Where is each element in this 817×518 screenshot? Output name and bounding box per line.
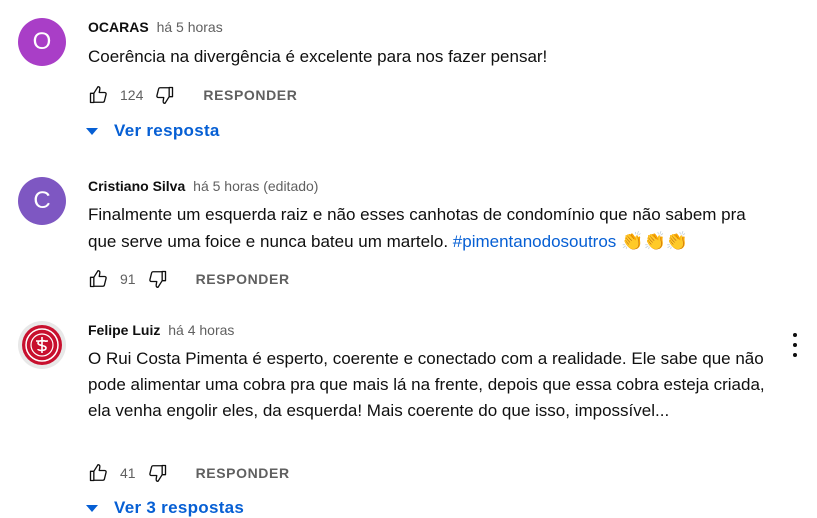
comment-header: Cristiano Silva há 5 horas (editado) bbox=[88, 177, 318, 195]
author-name[interactable]: Cristiano Silva bbox=[88, 178, 185, 194]
view-replies-label: Ver 3 respostas bbox=[114, 498, 245, 517]
avatar[interactable]: C bbox=[18, 177, 66, 225]
avatar[interactable]: O bbox=[18, 18, 66, 66]
comment-actions: 91 RESPONDER bbox=[86, 267, 290, 291]
like-count: 124 bbox=[120, 87, 144, 103]
comment-header: OCARAS há 5 horas bbox=[88, 18, 223, 36]
reply-button[interactable]: RESPONDER bbox=[196, 465, 290, 481]
reply-button[interactable]: RESPONDER bbox=[203, 87, 297, 103]
avatar-letter: O bbox=[32, 28, 52, 55]
comment-text: Finalmente um esquerda raiz e não esses … bbox=[88, 202, 778, 255]
clapping-emoji: 👏👏👏 bbox=[621, 231, 689, 251]
reply-button[interactable]: RESPONDER bbox=[196, 271, 290, 287]
club-crest-icon bbox=[22, 325, 62, 365]
expand-triangle-icon bbox=[86, 504, 98, 512]
dislike-icon[interactable] bbox=[146, 461, 170, 485]
like-count: 41 bbox=[120, 465, 136, 481]
comment-text: Coerência na divergência é excelente par… bbox=[88, 47, 548, 66]
view-replies-button[interactable]: Ver 3 respostas bbox=[86, 498, 244, 518]
author-name[interactable]: Felipe Luiz bbox=[88, 322, 160, 338]
view-replies-label: Ver resposta bbox=[114, 121, 220, 140]
hashtag-link[interactable]: #pimentanodosoutros bbox=[453, 232, 617, 251]
avatar-letter: C bbox=[33, 187, 51, 214]
comment-time[interactable]: há 4 horas bbox=[168, 322, 234, 338]
view-replies-button[interactable]: Ver resposta bbox=[86, 121, 220, 141]
comment-actions: 124 RESPONDER bbox=[86, 83, 297, 107]
comment-time[interactable]: há 5 horas (editado) bbox=[193, 178, 318, 194]
comment-text: O Rui Costa Pimenta é esperto, coerente … bbox=[88, 349, 765, 420]
comment-header: Felipe Luiz há 4 horas bbox=[88, 321, 234, 339]
like-count: 91 bbox=[120, 271, 136, 287]
dislike-icon[interactable] bbox=[146, 267, 170, 291]
comment-time[interactable]: há 5 horas bbox=[157, 19, 223, 35]
like-icon[interactable] bbox=[86, 83, 110, 107]
like-icon[interactable] bbox=[86, 267, 110, 291]
comment-actions: 41 RESPONDER bbox=[86, 461, 290, 485]
more-options-icon[interactable] bbox=[791, 333, 799, 357]
avatar[interactable] bbox=[18, 321, 66, 369]
expand-triangle-icon bbox=[86, 127, 98, 135]
author-name[interactable]: OCARAS bbox=[88, 19, 149, 35]
like-icon[interactable] bbox=[86, 461, 110, 485]
dislike-icon[interactable] bbox=[153, 83, 177, 107]
